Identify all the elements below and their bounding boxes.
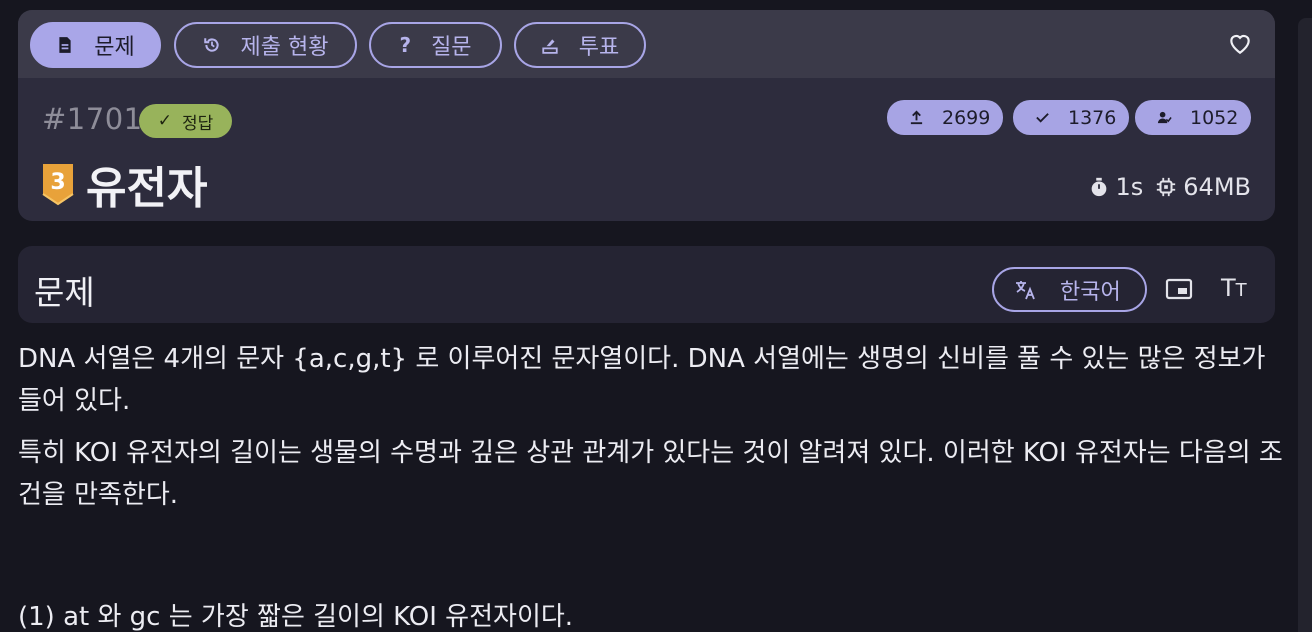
scrollbar[interactable] [1298,18,1312,632]
time-limit: 1s [1115,173,1144,201]
stat-solvers: 1052 [1135,100,1251,135]
stat-submissions: 2699 [887,100,1003,135]
tier-number: 3 [50,170,65,195]
upload-icon [910,110,923,125]
status-label: 정답 [181,113,214,134]
translate-icon [1016,280,1035,299]
tab-vote[interactable]: 투표 [514,22,646,68]
language-select-button[interactable]: 한국어 [992,267,1147,312]
paragraph: 특히 KOI 유전자의 길이는 생물의 수명과 깊은 상관 관계가 있다는 것이… [18,438,1283,510]
problem-title: 유전자 [86,163,208,214]
tab-bar: 문제 제출 현황 ? 질문 투표 [18,10,1275,78]
accepted-count: 1376 [1068,106,1117,129]
problem-description: DNA 서열은 4개의 문자 {a,c,g,t} 로 이루어진 문자열이다. D… [18,338,1283,632]
section-title: 문제 [34,273,95,312]
text-size-icon[interactable]: TT [1221,274,1249,302]
tab-problem[interactable]: 문제 [30,22,161,68]
paragraph: (1) at 와 gc 는 가장 짧은 길이의 KOI 유전자이다. [18,602,574,632]
check-icon: ✓ [157,111,172,131]
tab-questions[interactable]: ? 질문 [369,22,502,68]
submissions-count: 2699 [942,106,991,129]
tab-label: 질문 [431,35,472,60]
stopwatch-icon [1091,177,1106,197]
tab-submissions[interactable]: 제출 현황 [174,22,357,68]
history-icon [203,38,219,52]
check-icon [1036,113,1049,123]
status-badge: ✓ 정답 [139,104,232,138]
problem-section-header: 문제 한국어 TT [18,246,1275,323]
memory-limit: 64MB [1183,173,1251,201]
solvers-count: 1052 [1190,106,1239,129]
picture-in-picture-icon[interactable] [1165,276,1193,302]
problem-id: #1701 [42,102,143,136]
limits: 1s 64MB [1088,173,1251,201]
user-check-icon [1157,111,1172,124]
stat-accepted: 1376 [1013,100,1129,135]
memory-chip-icon [1157,177,1176,197]
tab-label: 제출 현황 [240,35,329,60]
paragraph: DNA 서열은 4개의 문자 {a,c,g,t} 로 이루어진 문자열이다. D… [18,344,1266,416]
favorite-heart-icon[interactable] [1227,30,1253,56]
tier-bronze-icon: 3 [42,164,74,206]
tab-label: 문제 [94,35,135,60]
language-label: 한국어 [1060,279,1121,305]
vote-icon [542,39,558,54]
tab-label: 투표 [578,35,620,60]
document-icon [59,37,71,53]
question-icon: ? [399,33,412,57]
problem-header-card: 문제 제출 현황 ? 질문 투표 #1701 ✓ 정답 3 유전자 2699 1… [18,10,1275,221]
